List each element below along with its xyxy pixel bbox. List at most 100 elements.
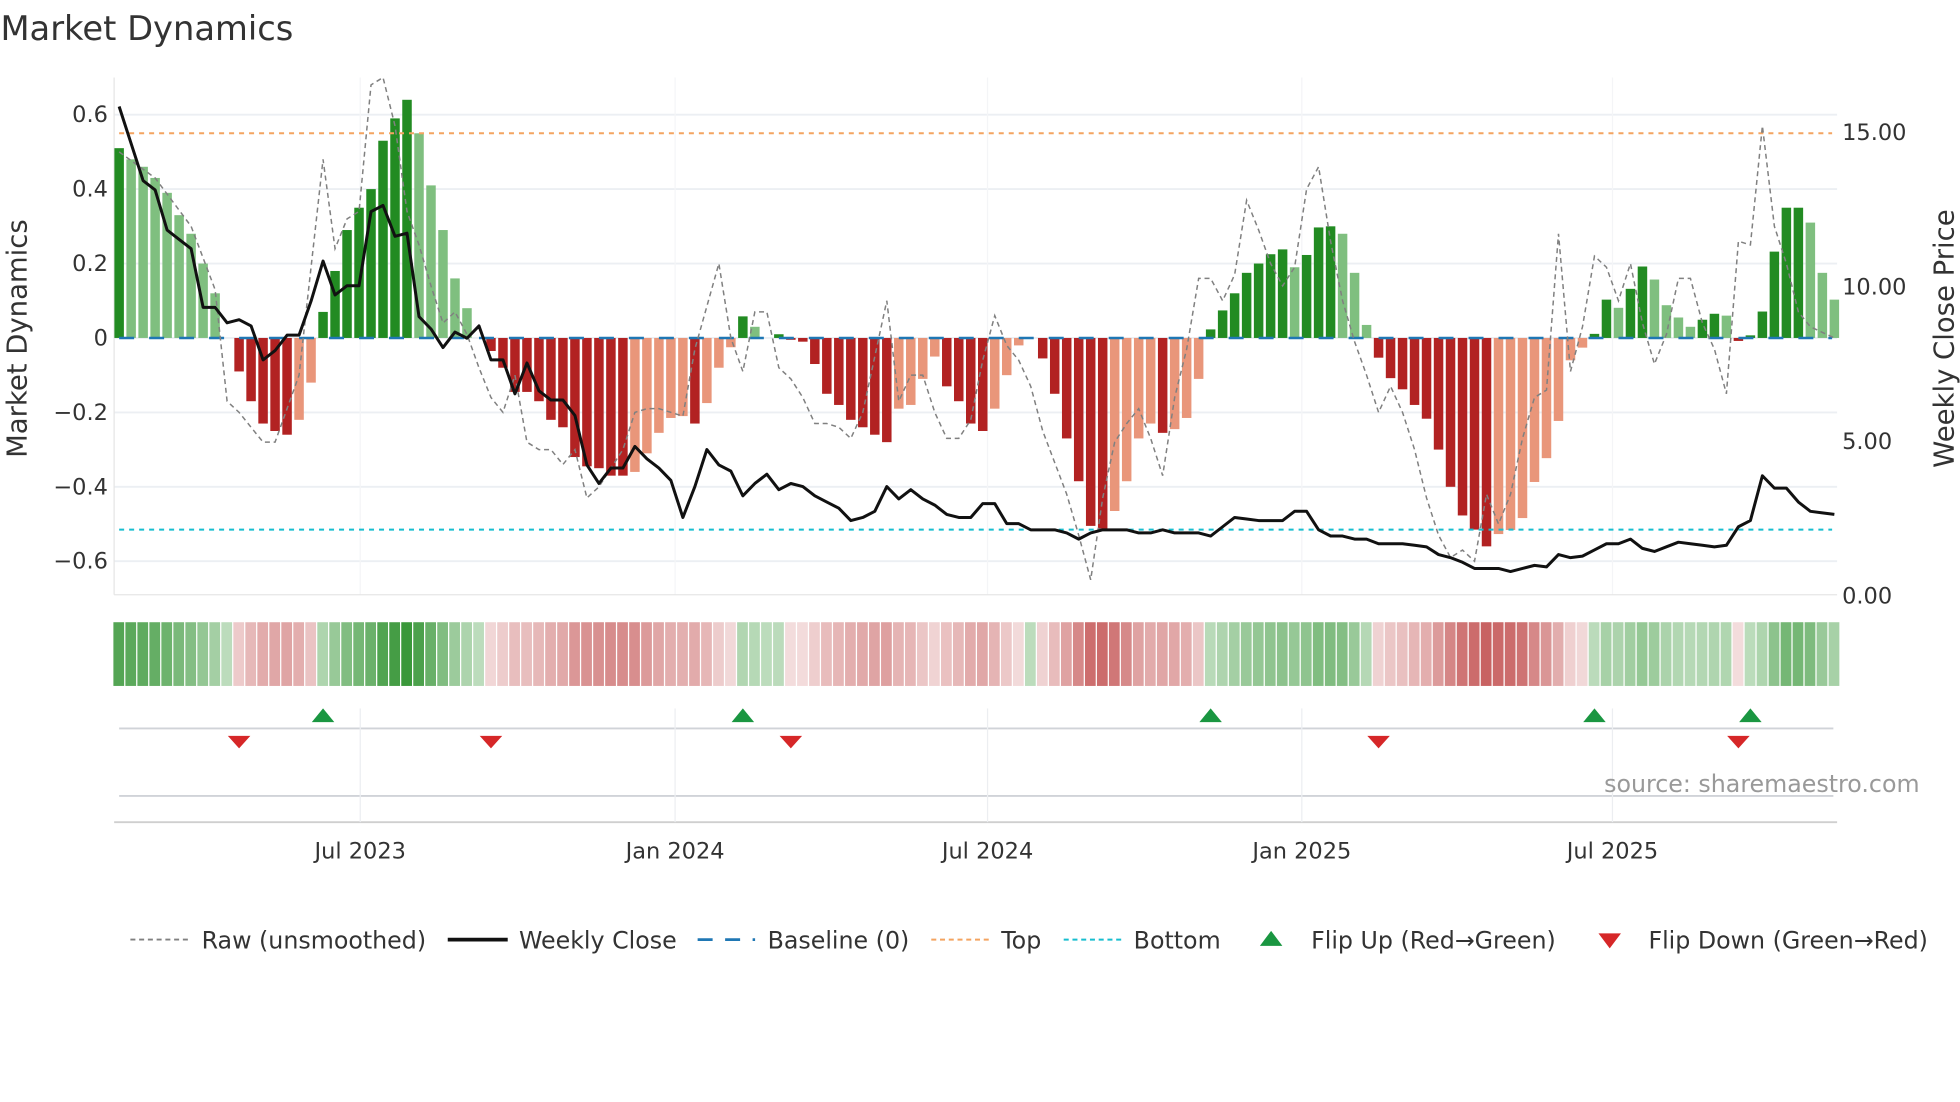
dynamics-bar [594,337,604,469]
strip-cell [797,622,808,686]
strip-cell [533,622,544,686]
dynamics-bar [450,278,460,338]
dynamics-bar [1469,337,1480,530]
legend-label-baseline: Baseline (0) [768,926,910,954]
dynamics-bar [1313,227,1324,338]
strip-cell [1012,622,1024,686]
legend-label-close: Weekly Close [519,926,677,954]
dynamics-bar [1421,337,1432,419]
dynamics-bar [1289,267,1300,338]
strip-cell [1036,622,1048,686]
strip-cell [1552,622,1564,686]
strip-cell [1060,622,1072,686]
strip-cell [1120,622,1132,686]
dynamics-bar [234,337,244,372]
strip-cell [485,622,496,686]
strip-cell [137,622,149,686]
dynamics-bar [1373,337,1384,358]
strip-cell [988,622,1000,686]
strip-cell [1540,622,1552,686]
dynamics-bar [1049,337,1060,394]
dynamics-bar [1625,288,1636,338]
strip-cell [1744,622,1756,686]
y-tick-label: 0.2 [72,251,108,277]
dynamics-bar [966,337,976,424]
dynamics-bar [1229,293,1240,338]
dynamics-bar [1613,307,1624,338]
regime-strip [113,622,1840,686]
dynamics-bar [1097,337,1108,530]
dynamics-bar [570,337,580,458]
dynamics-bar [1037,337,1048,359]
strip-cell [1456,622,1468,686]
strip-cell [569,622,580,686]
strip-cell [677,622,688,686]
flip-up-marker [1199,708,1222,723]
dynamics-bar [1709,313,1720,338]
strip-cell [1396,622,1408,686]
dynamics-bar [138,166,148,338]
dynamics-bar [954,337,964,402]
strip-cell [113,622,125,686]
strip-cell [785,622,796,686]
dynamics-bar [246,337,256,402]
x-tick-label: Jul 2025 [1565,838,1658,864]
strip-cell [617,622,628,686]
strip-cell [1276,622,1288,686]
dynamics-bar [1397,337,1408,390]
strip-cell [1576,622,1588,686]
dynamics-bar [1805,222,1816,338]
dynamics-bar [1409,337,1420,405]
dynamics-bar [1553,337,1564,421]
strip-cell [1240,622,1252,686]
legend-flip-down-icon [1598,933,1621,949]
strip-cell [329,622,341,686]
legend-label-bottom: Bottom [1134,926,1221,954]
dynamics-bar [306,337,316,383]
strip-cell [713,622,724,686]
dynamics-bar [906,337,916,405]
strip-cell [1624,622,1636,686]
strip-cell [869,622,880,686]
legend: Raw (unsmoothed) Weekly Close Baseline (0)… [130,926,1928,954]
strip-cell [761,622,772,686]
strip-cell [821,622,832,686]
strip-cell [1672,622,1684,686]
dynamics-bar [1781,207,1792,338]
flip-down-marker [1727,735,1750,749]
strip-cell [1492,622,1504,686]
dynamics-bar [654,337,664,433]
dynamics-bar [1649,279,1660,338]
x-tick-label: Jul 2024 [940,838,1033,864]
strip-cell [725,622,736,686]
strip-cell [1756,622,1768,686]
strip-cell [1516,622,1528,686]
dynamics-bar [174,215,184,338]
dynamics-bar [1385,337,1396,379]
dynamics-bar [750,326,760,338]
strip-cell [917,622,928,686]
strip-cell [257,622,269,686]
strip-cell [1252,622,1264,686]
strip-cell [773,622,784,686]
strip-cell [905,622,916,686]
strip-cell [1180,622,1192,686]
dynamics-bar [1445,337,1456,487]
strip-cell [1168,622,1180,686]
dynamics-bar [1793,207,1804,338]
strip-cell [509,622,520,686]
dynamics-bar [210,293,220,338]
strip-cell [497,622,508,686]
y-tick-label: −0.6 [53,549,108,575]
chart-title: Market Dynamics [0,9,293,48]
legend-label-up: Flip Up (Red→Green) [1311,926,1556,954]
y-tick-label: −0.4 [53,474,108,500]
y2-tick-label: 10.00 [1842,274,1906,300]
y-tick-label: 0 [94,325,108,351]
strip-cell [161,622,173,686]
strip-cell [737,622,748,686]
strip-cell [461,622,472,686]
dynamics-bar [330,270,340,338]
strip-cell [377,622,389,686]
strip-cell [317,622,329,686]
